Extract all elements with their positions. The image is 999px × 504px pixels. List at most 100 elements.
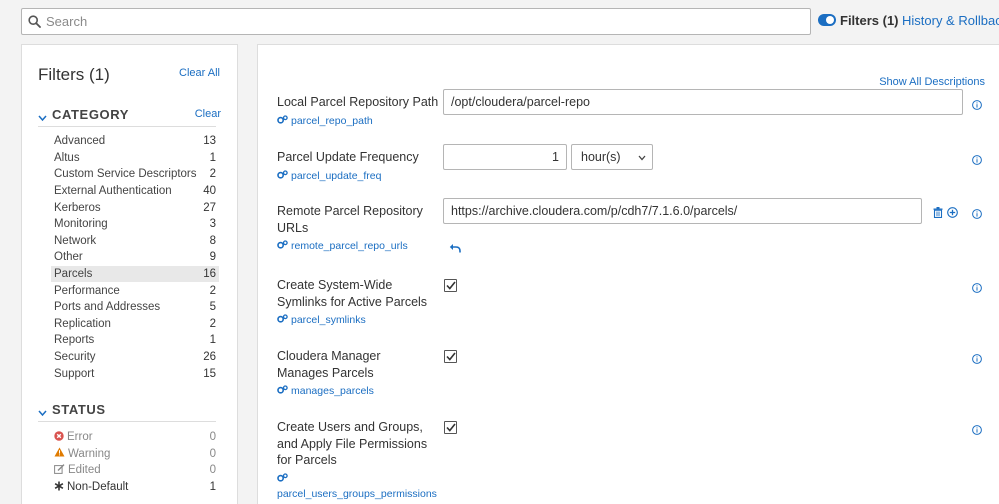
- property-name-link[interactable]: parcel_symlinks: [277, 314, 439, 326]
- top-bar: Filters (1) History & Rollback: [0, 0, 999, 44]
- category-count: 9: [209, 251, 216, 264]
- property-manages-parcels: Cloudera Manager Manages Parcels manages…: [277, 348, 432, 397]
- category-count: 1: [209, 151, 216, 164]
- category-count: 27: [203, 201, 216, 214]
- filters-title: Filters (1): [38, 65, 110, 84]
- status-count: 0: [209, 464, 216, 477]
- parcel-repo-path-input[interactable]: /opt/cloudera/parcel-repo: [443, 89, 963, 115]
- property-parcel-users-groups-permissions: Create Users and Groups, and Apply File …: [277, 419, 451, 500]
- property-label: Remote Parcel Repository URLs: [277, 204, 423, 235]
- info-icon[interactable]: [972, 152, 982, 165]
- status-item-warning[interactable]: Warning 0: [51, 446, 219, 463]
- category-item-external-authentication[interactable]: External Authentication 40: [51, 183, 219, 200]
- divider: [38, 126, 216, 127]
- category-item-other[interactable]: Other 9: [51, 249, 219, 266]
- trash-icon[interactable]: [933, 205, 943, 223]
- category-count: 16: [203, 268, 216, 281]
- search-icon: [22, 15, 46, 28]
- chevron-down-icon: [38, 404, 47, 422]
- gears-icon: [277, 169, 288, 182]
- category-count: 2: [209, 284, 216, 297]
- category-item-advanced[interactable]: Advanced 13: [51, 133, 219, 150]
- remote-parcel-repo-url-input[interactable]: https://archive.cloudera.com/p/cdh7/7.1.…: [443, 198, 922, 224]
- clear-all-link[interactable]: Clear All: [179, 67, 220, 79]
- status-count: 0: [209, 447, 216, 460]
- category-clear-link[interactable]: Clear: [195, 108, 221, 120]
- filters-panel: Filters (1) Clear All CATEGORY Clear Adv…: [21, 44, 238, 504]
- category-item-network[interactable]: Network 8: [51, 233, 219, 250]
- property-name-link[interactable]: manages_parcels: [277, 385, 432, 397]
- status-item-non-default[interactable]: Non-Default 1: [51, 479, 219, 496]
- category-count: 1: [209, 334, 216, 347]
- info-icon[interactable]: [972, 206, 982, 219]
- chevron-down-icon: [638, 150, 646, 164]
- category-item-altus[interactable]: Altus 1: [51, 150, 219, 167]
- select-value: hour(s): [581, 150, 621, 164]
- category-item-kerberos[interactable]: Kerberos 27: [51, 199, 219, 216]
- status-label: Non-Default: [67, 481, 129, 494]
- filters-toggle[interactable]: [818, 14, 836, 26]
- show-all-descriptions-link[interactable]: Show All Descriptions: [879, 76, 985, 88]
- gears-icon: [277, 240, 288, 252]
- property-name: parcel_repo_path: [291, 114, 373, 127]
- category-label: Support: [54, 367, 95, 380]
- status-section-header[interactable]: STATUS: [38, 401, 221, 419]
- info-icon[interactable]: [972, 351, 982, 364]
- status-count: 0: [209, 431, 216, 444]
- category-section-header[interactable]: CATEGORY Clear: [38, 106, 221, 124]
- checkmark-icon: [445, 281, 456, 290]
- category-label: Replication: [54, 317, 111, 330]
- property-name-link[interactable]: remote_parcel_repo_urls: [277, 240, 427, 252]
- category-item-support[interactable]: Support 15: [51, 365, 219, 382]
- category-list: Advanced 13 Altus 1 Custom Service Descrip…: [51, 133, 219, 382]
- parcel-users-groups-checkbox[interactable]: [444, 421, 457, 434]
- property-name-link[interactable]: parcel_users_groups_permissions: [277, 472, 451, 500]
- status-item-edited[interactable]: Edited 0: [51, 462, 219, 479]
- category-item-replication[interactable]: Replication 2: [51, 316, 219, 333]
- status-item-error[interactable]: Error 0: [51, 429, 219, 446]
- category-item-performance[interactable]: Performance 2: [51, 282, 219, 299]
- category-item-reports[interactable]: Reports 1: [51, 332, 219, 349]
- category-label: Network: [54, 234, 97, 247]
- property-label: Parcel Update Frequency: [277, 150, 419, 164]
- filters-toggle-label[interactable]: Filters (1): [840, 13, 899, 28]
- category-label: Reports: [54, 334, 95, 347]
- category-item-security[interactable]: Security 26: [51, 349, 219, 366]
- checkmark-icon: [445, 352, 456, 361]
- category-label: External Authentication: [54, 185, 172, 198]
- category-item-monitoring[interactable]: Monitoring 3: [51, 216, 219, 233]
- warning-triangle-icon: [54, 447, 65, 460]
- category-count: 3: [209, 218, 216, 231]
- status-title: STATUS: [52, 402, 106, 417]
- property-name-link[interactable]: parcel_update_freq: [277, 170, 439, 182]
- undo-icon[interactable]: [449, 240, 461, 258]
- property-name: manages_parcels: [291, 385, 374, 397]
- category-count: 2: [209, 317, 216, 330]
- category-item-custom-service-descriptors[interactable]: Custom Service Descriptors 2: [51, 166, 219, 183]
- property-name-link[interactable]: parcel_repo_path: [277, 115, 439, 127]
- info-icon[interactable]: [972, 280, 982, 293]
- parcel-update-freq-input[interactable]: 1: [443, 144, 567, 170]
- search-input[interactable]: [46, 14, 786, 29]
- parcel-symlinks-checkbox[interactable]: [444, 279, 457, 292]
- category-item-parcels[interactable]: Parcels 16: [51, 265, 219, 283]
- gears-icon: [277, 385, 288, 397]
- search-box[interactable]: [21, 8, 811, 35]
- divider: [38, 421, 216, 422]
- add-circle-icon[interactable]: [947, 205, 958, 223]
- category-item-ports-and-addresses[interactable]: Ports and Addresses 5: [51, 299, 219, 316]
- chevron-down-icon: [38, 109, 47, 127]
- status-label: Warning: [68, 447, 111, 460]
- parcel-update-freq-unit-select[interactable]: hour(s): [571, 144, 653, 170]
- property-parcel-symlinks: Create System-Wide Symlinks for Active P…: [277, 277, 439, 326]
- manages-parcels-checkbox[interactable]: [444, 350, 457, 363]
- asterisk-icon: [54, 481, 64, 494]
- property-remote-parcel-repo-urls: Remote Parcel Repository URLs remote_par…: [277, 203, 427, 252]
- checkmark-icon: [445, 423, 456, 432]
- category-label: Advanced: [54, 135, 106, 148]
- category-count: 40: [203, 185, 216, 198]
- info-icon[interactable]: [972, 97, 982, 110]
- history-rollback-link[interactable]: History & Rollback: [902, 13, 999, 28]
- info-icon[interactable]: [972, 422, 982, 435]
- property-label: Local Parcel Repository Path: [277, 95, 439, 109]
